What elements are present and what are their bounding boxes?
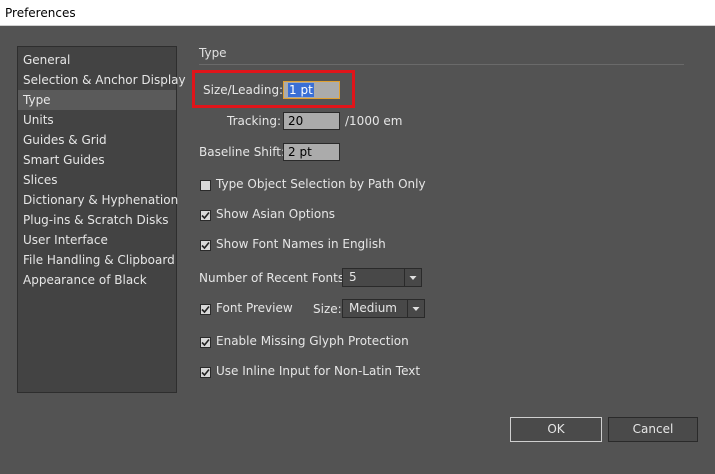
chevron-down-icon [404, 269, 421, 286]
type-object-selection-label: Type Object Selection by Path Only [216, 177, 426, 191]
cancel-button[interactable]: Cancel [608, 417, 698, 442]
inline-input-label: Use Inline Input for Non-Latin Text [216, 364, 421, 378]
window-title: Preferences [5, 6, 76, 20]
baseline-shift-label: Baseline Shift: [199, 145, 286, 159]
recent-fonts-value: 5 [349, 270, 357, 284]
tracking-field[interactable]: 20 [283, 112, 340, 130]
section-divider [199, 64, 684, 65]
recent-fonts-dropdown[interactable]: 5 [342, 268, 422, 287]
font-preview-label: Font Preview [216, 301, 293, 315]
sidebar-item-file-handling-clipboard[interactable]: File Handling & Clipboard [18, 250, 176, 270]
inline-input-checkbox[interactable] [200, 367, 211, 378]
preview-size-label: Size: [313, 302, 342, 316]
font-preview-checkbox[interactable] [200, 304, 211, 315]
checkmark-icon [201, 305, 210, 314]
show-asian-options-checkbox[interactable] [200, 210, 211, 221]
show-asian-options-label: Show Asian Options [216, 207, 336, 221]
preferences-category-list: General Selection & Anchor Display Type … [17, 46, 186, 393]
section-title: Type [199, 46, 227, 60]
show-font-names-english-checkbox[interactable] [200, 240, 211, 251]
window-title-bar: Preferences [0, 0, 715, 26]
missing-glyph-checkbox[interactable] [200, 337, 211, 348]
size-leading-label: Size/Leading: [203, 83, 284, 97]
sidebar-item-selection-anchor-display[interactable]: Selection & Anchor Display [18, 70, 186, 90]
checkmark-icon [201, 338, 210, 347]
preview-size-dropdown[interactable]: Medium [342, 299, 425, 318]
preview-size-value: Medium [349, 301, 397, 315]
chevron-down-icon [407, 300, 424, 317]
sidebar-item-plugins-scratch-disks[interactable]: Plug-ins & Scratch Disks [18, 210, 176, 230]
tracking-unit-label: /1000 em [345, 114, 403, 128]
ok-button[interactable]: OK [510, 417, 602, 442]
checkmark-icon [201, 241, 210, 250]
sidebar-item-dictionary-hyphenation[interactable]: Dictionary & Hyphenation [18, 190, 178, 210]
sidebar-item-general[interactable]: General [18, 50, 176, 70]
sidebar-item-type[interactable]: Type [18, 90, 176, 110]
sidebar-item-guides-grid[interactable]: Guides & Grid [18, 130, 176, 150]
sidebar-item-slices[interactable]: Slices [18, 170, 176, 190]
sidebar-item-appearance-of-black[interactable]: Appearance of Black [18, 270, 176, 290]
missing-glyph-label: Enable Missing Glyph Protection [216, 334, 409, 348]
sidebar-item-smart-guides[interactable]: Smart Guides [18, 150, 176, 170]
recent-fonts-label: Number of Recent Fonts: [199, 271, 349, 285]
sidebar-item-units[interactable]: Units [18, 110, 176, 130]
baseline-shift-field[interactable]: 2 pt [283, 143, 340, 161]
type-object-selection-checkbox[interactable] [200, 180, 211, 191]
checkmark-icon [201, 368, 210, 377]
checkmark-icon [201, 211, 210, 220]
sidebar-item-user-interface[interactable]: User Interface [18, 230, 176, 250]
size-leading-field[interactable]: 1 pt [283, 81, 340, 99]
tracking-label: Tracking: [227, 114, 281, 128]
show-font-names-english-label: Show Font Names in English [216, 237, 386, 251]
size-leading-value: 1 pt [288, 83, 314, 97]
